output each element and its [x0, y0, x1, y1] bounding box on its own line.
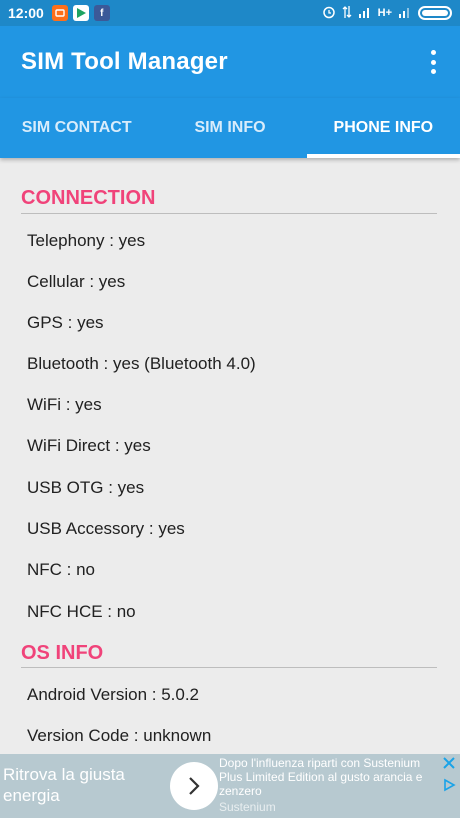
section-title-os-info: OS INFO	[21, 642, 104, 664]
ad-banner[interactable]: Ritrova la giusta energia Dopo l'influen…	[0, 754, 460, 818]
close-icon[interactable]	[442, 756, 456, 770]
info-row: USB Accessory : yes	[27, 519, 185, 538]
ad-open-button[interactable]	[170, 762, 218, 810]
tab-sim-contact[interactable]: SIM CONTACT	[0, 98, 153, 158]
info-row: Bluetooth : yes (Bluetooth 4.0)	[27, 354, 256, 373]
network-type-label: H+	[377, 7, 392, 19]
info-row: WiFi Direct : yes	[27, 436, 151, 455]
status-bar: 12:00 f H+	[0, 0, 460, 26]
facebook-icon: f	[93, 5, 110, 21]
info-row: NFC HCE : no	[27, 602, 136, 621]
section-divider	[21, 667, 437, 668]
overflow-menu-icon[interactable]	[428, 50, 438, 74]
section-divider	[21, 213, 437, 214]
chevron-right-icon	[189, 777, 200, 795]
info-row: NFC : no	[27, 560, 96, 579]
ad-choices-icon[interactable]	[442, 778, 456, 792]
notification-app-icon	[51, 5, 68, 21]
info-row: WiFi : yes	[27, 395, 102, 414]
ad-sponsor: Sustenium	[219, 800, 276, 814]
battery-icon	[418, 6, 452, 20]
tab-sim-info[interactable]: SIM INFO	[153, 98, 306, 158]
signal-icon-2	[398, 6, 412, 21]
app-title: SIM Tool Manager	[21, 48, 228, 75]
ad-body[interactable]: Dopo l'influenza riparti con Sustenium P…	[219, 756, 441, 798]
signal-icon	[358, 6, 372, 21]
info-row: Android Version : 5.0.2	[27, 685, 200, 704]
section-title-connection: CONNECTION	[21, 187, 156, 209]
phone-info-content[interactable]: CONNECTION Telephony : yes Cellular : ye…	[0, 158, 460, 754]
tab-bar: SIM CONTACT SIM INFO PHONE INFO	[0, 98, 460, 158]
info-row: Telephony : yes	[27, 231, 146, 250]
app-bar: SIM Tool Manager	[0, 26, 460, 98]
ad-headline[interactable]: Ritrova la giusta energia	[3, 764, 163, 806]
status-time: 12:00	[8, 5, 44, 21]
info-row: Version Code : unknown	[27, 726, 212, 745]
alarm-icon	[322, 5, 336, 22]
play-store-icon	[72, 5, 89, 21]
tab-phone-info[interactable]: PHONE INFO	[306, 98, 460, 158]
info-row: Cellular : yes	[27, 272, 126, 291]
data-transfer-icon	[342, 5, 352, 22]
info-row: USB OTG : yes	[27, 478, 145, 497]
info-row: GPS : yes	[27, 313, 104, 332]
